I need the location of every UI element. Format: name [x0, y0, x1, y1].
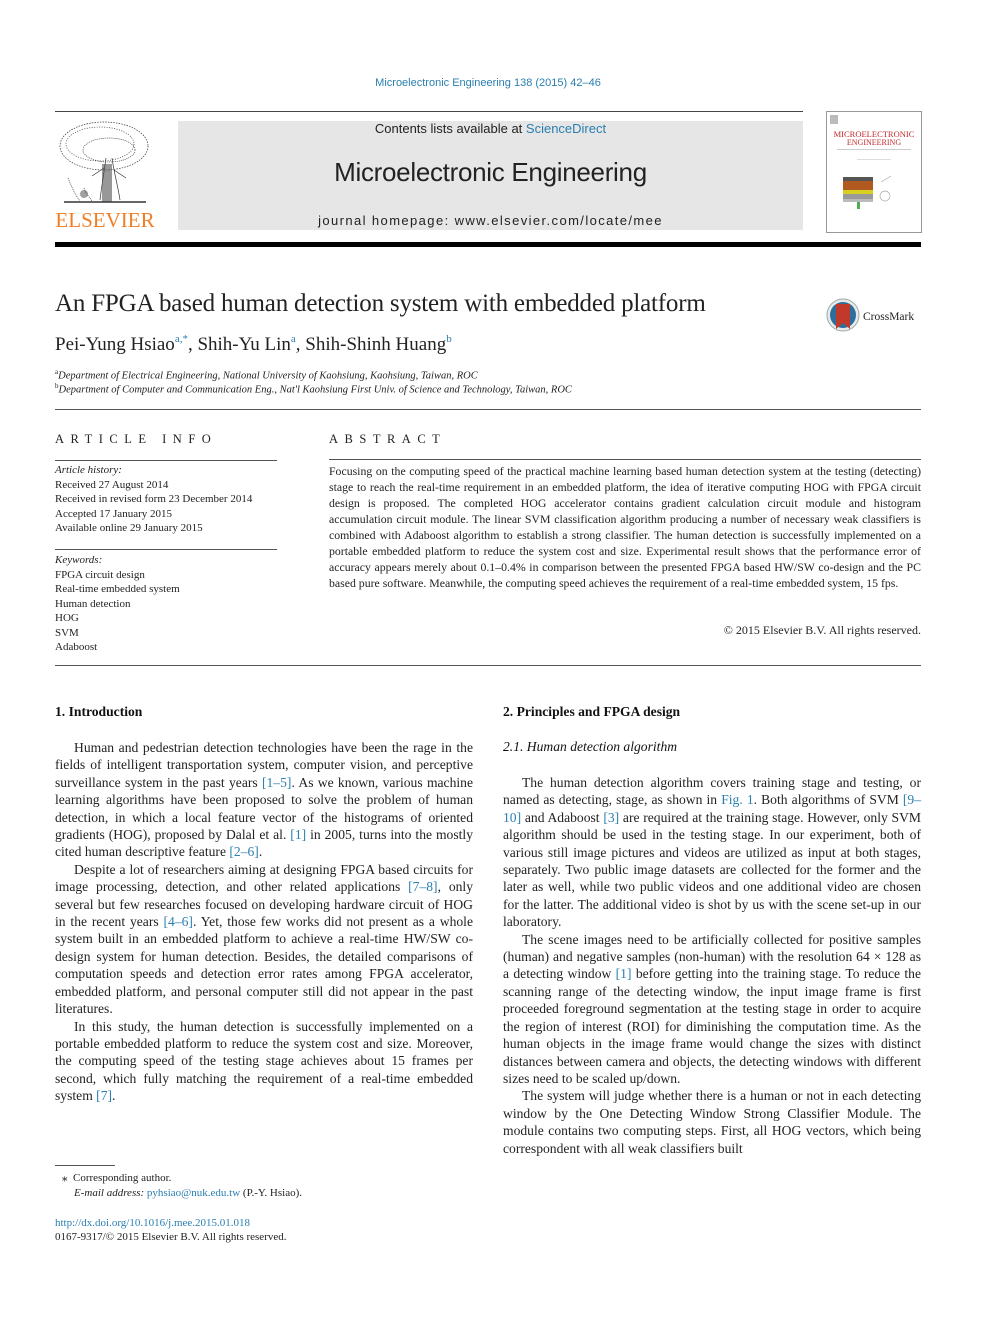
keyword-item[interactable]: HOG: [55, 611, 285, 626]
header-rule: [55, 111, 803, 112]
article-title: An FPGA based human detection system wit…: [55, 290, 706, 317]
abstract-heading: ABSTRACT: [329, 432, 447, 446]
author-list: Pei-Yung Hsiaoa,*, Shih-Yu Lina, Shih-Sh…: [55, 333, 452, 356]
divider: [55, 409, 921, 410]
history-item: Received 27 August 2014: [55, 478, 169, 491]
text-run: before getting into the training stage. …: [503, 966, 921, 1086]
corresponding-author-note: ⁎ Corresponding author.: [62, 1171, 171, 1184]
affiliation-text: Department of Electrical Engineering, Na…: [58, 370, 478, 382]
citation-link[interactable]: Fig. 1: [721, 792, 753, 807]
history-label: Article history:: [55, 464, 122, 476]
citation-link[interactable]: [7]: [96, 1088, 112, 1103]
article-info-heading: ARTICLE INFO: [55, 432, 218, 446]
contents-prefix: Contents lists available at: [374, 121, 526, 136]
section-heading-principles: 2. Principles and FPGA design: [503, 704, 681, 719]
affiliation-b: bDepartment of Computer and Communicatio…: [55, 382, 572, 396]
sciencedirect-link[interactable]: ScienceDirect: [526, 121, 606, 136]
keywords: Keywords: FPGA circuit design Real-time e…: [55, 553, 285, 655]
principles-body: The human detection algorithm covers tra…: [503, 774, 921, 1157]
crossmark-button[interactable]: CrossMark: [826, 298, 926, 334]
paragraph: The human detection algorithm covers tra…: [503, 774, 921, 931]
subsection-heading-human-detection: 2.1. Human detection algorithm: [503, 739, 678, 754]
crossmark-label: CrossMark: [863, 311, 914, 323]
keyword-item[interactable]: Human detection: [55, 597, 285, 612]
email-note: E-mail address: pyhsiao@nuk.edu.tw (P.-Y…: [74, 1187, 302, 1199]
divider: [55, 460, 277, 461]
text-run: . Yet, those few works did not present a…: [55, 914, 473, 1017]
keyword-item[interactable]: SVM: [55, 626, 285, 641]
text-run: In this study, the human detection is su…: [55, 1018, 473, 1104]
cover-title-line2: ENGINEERING: [847, 138, 901, 147]
divider: [329, 459, 921, 460]
keyword-item[interactable]: FPGA circuit design: [55, 568, 285, 583]
author-name[interactable]: Pei-Yung Hsiao: [55, 334, 175, 355]
text-run: .: [112, 1088, 116, 1104]
keyword-item[interactable]: Adaboost: [55, 640, 285, 655]
text-run: and Adaboost: [521, 809, 604, 825]
issn-copyright: 0167-9317/© 2015 Elsevier B.V. All right…: [55, 1231, 287, 1243]
elsevier-wordmark[interactable]: ELSEVIER: [55, 208, 155, 233]
header-thick-rule: [55, 242, 921, 247]
author-affiliation-mark[interactable]: a,*: [175, 333, 188, 345]
author-separator: ,: [295, 334, 306, 355]
history-item: Available online 29 January 2015: [55, 522, 203, 534]
introduction-body: Human and pedestrian detection technolog…: [55, 739, 473, 1105]
email-link[interactable]: pyhsiao@nuk.edu.tw: [147, 1187, 240, 1199]
abstract-copyright: © 2015 Elsevier B.V. All rights reserved…: [723, 623, 921, 637]
paragraph: Human and pedestrian detection technolog…: [55, 739, 473, 861]
citation-link[interactable]: [1–5]: [262, 775, 291, 790]
author-name[interactable]: Shih-Shinh Huang: [305, 334, 446, 355]
history-item: Accepted 17 January 2015: [55, 507, 172, 520]
journal-name: Microelectronic Engineering: [334, 157, 647, 187]
journal-reference-link[interactable]: Microelectronic Engineering 138 (2015) 4…: [0, 77, 976, 89]
citation-link[interactable]: [4–6]: [164, 914, 193, 929]
paragraph: The system will judge whether there is a…: [503, 1087, 921, 1157]
abstract-text: Focusing on the computing speed of the p…: [329, 464, 921, 590]
paragraph: Despite a lot of researchers aiming at d…: [55, 861, 473, 1018]
author-affiliation-mark[interactable]: b: [446, 333, 452, 345]
footnote-star: ⁎: [62, 1172, 68, 1184]
citation-link[interactable]: [1]: [616, 966, 632, 981]
history-item: Received in revised form 23 December 201…: [55, 493, 253, 505]
paragraph: In this study, the human detection is su…: [55, 1018, 473, 1105]
journal-homepage-link[interactable]: journal homepage: www.elsevier.com/locat…: [178, 213, 803, 228]
citation-link[interactable]: [3]: [603, 810, 619, 825]
keyword-item[interactable]: Real-time embedded system: [55, 582, 285, 597]
footnote-rule: [55, 1165, 115, 1166]
keyword-list: FPGA circuit design Real-time embedded sy…: [55, 568, 285, 655]
text-run: are required at the training stage. Howe…: [503, 809, 921, 930]
doi-link[interactable]: http://dx.doi.org/10.1016/j.mee.2015.01.…: [55, 1217, 250, 1229]
article-history: Article history: Received 27 August 2014…: [55, 463, 285, 536]
citation-link[interactable]: [2–6]: [229, 844, 258, 859]
keywords-label: Keywords:: [55, 554, 103, 566]
contents-available-line: Contents lists available at ScienceDirec…: [178, 121, 803, 136]
corresponding-text: Corresponding author.: [73, 1172, 172, 1184]
history-list: Received 27 August 2014 Received in revis…: [55, 478, 285, 536]
text-run: The system will judge whether there is a…: [503, 1088, 921, 1156]
affiliation-a: aDepartment of Electrical Engineering, N…: [55, 368, 478, 382]
paragraph: The scene images need to be artificially…: [503, 931, 921, 1088]
text-run: . Both algorithms of SVM: [753, 792, 903, 808]
text-run: .: [258, 844, 263, 860]
citation-link[interactable]: [7–8]: [408, 879, 437, 894]
email-suffix: (P.-Y. Hsiao).: [240, 1187, 302, 1199]
email-label: E-mail address:: [74, 1187, 145, 1199]
divider: [55, 665, 921, 666]
author-name[interactable]: Shih-Yu Lin: [197, 334, 290, 355]
journal-cover-thumbnail[interactable]: MICROELECTRONIC ENGINEERING: [826, 111, 922, 233]
affiliation-text: Department of Computer and Communication…: [58, 384, 572, 396]
section-heading-introduction: 1. Introduction: [55, 704, 143, 719]
divider: [55, 549, 277, 550]
citation-link[interactable]: [1]: [290, 827, 306, 842]
